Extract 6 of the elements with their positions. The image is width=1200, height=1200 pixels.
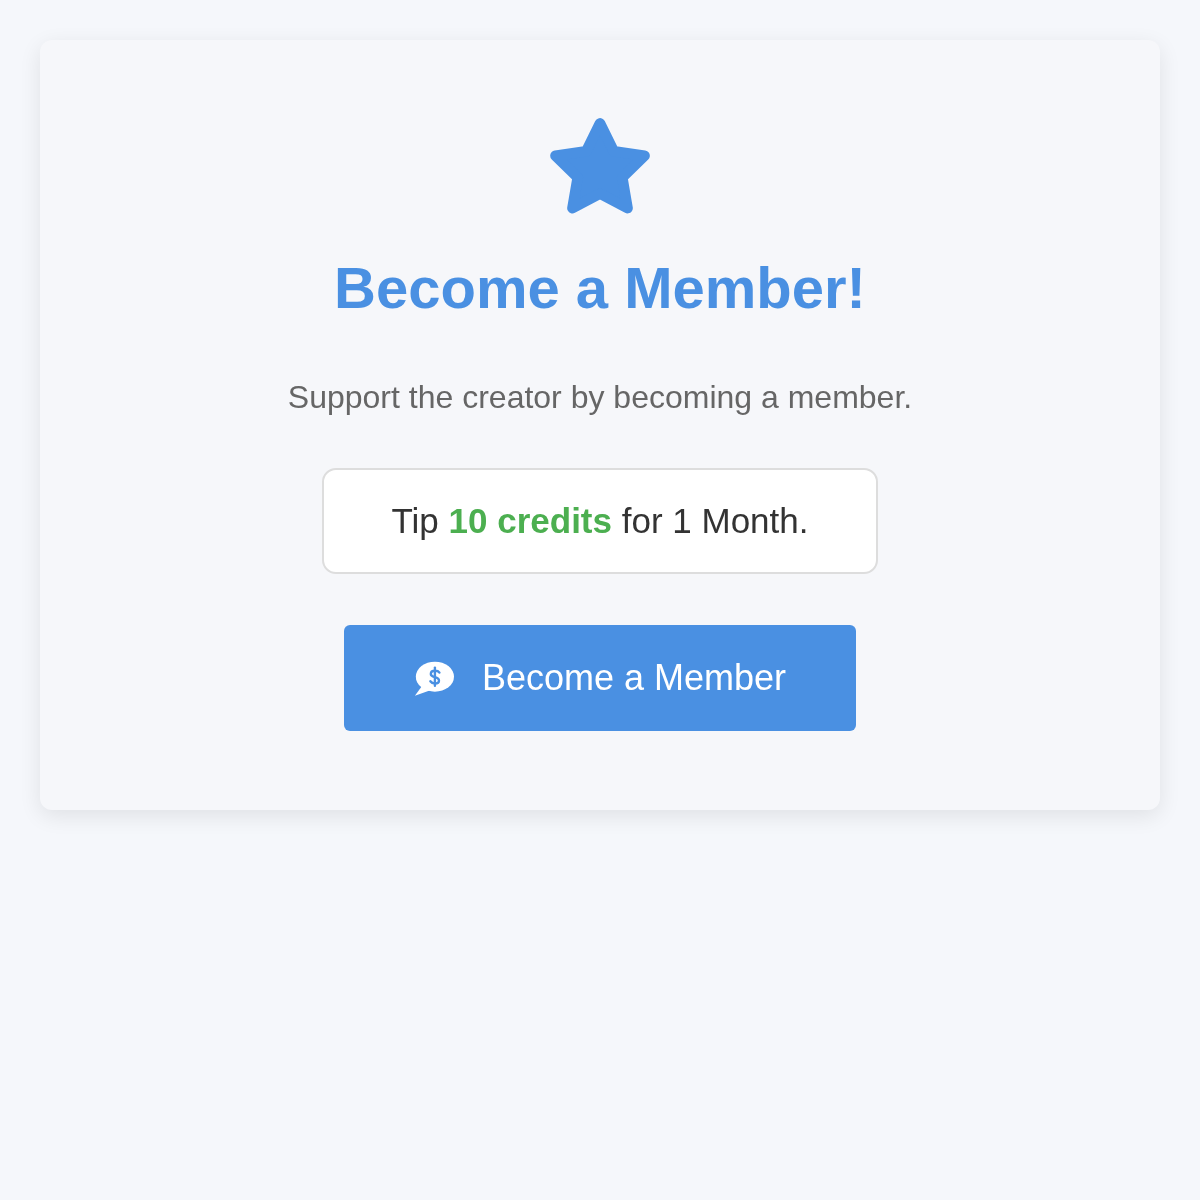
- star-icon: [550, 118, 650, 214]
- speech-bubble-dollar-icon: [413, 660, 454, 696]
- become-member-button[interactable]: Become a Member: [344, 625, 856, 731]
- card-title: Become a Member!: [334, 254, 866, 322]
- offer-text: Tip 10 credits for 1 Month.: [391, 500, 809, 542]
- card-subtitle: Support the creator by becoming a member.: [287, 378, 913, 416]
